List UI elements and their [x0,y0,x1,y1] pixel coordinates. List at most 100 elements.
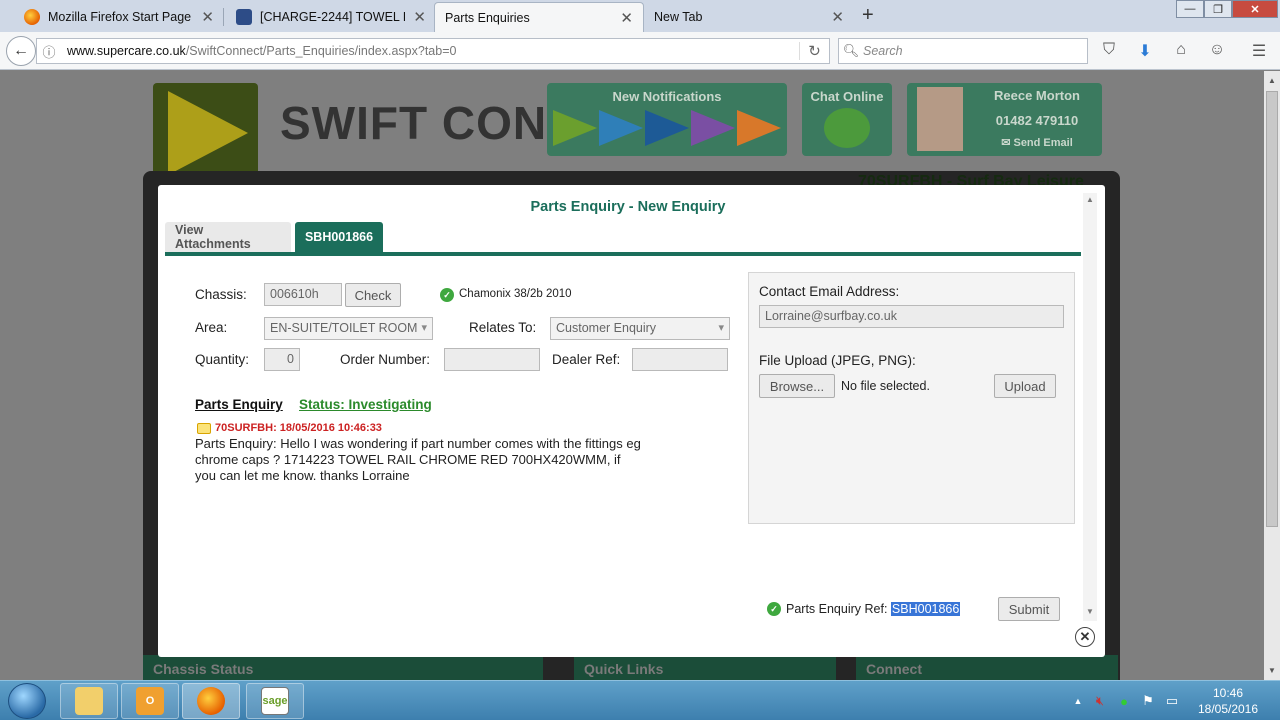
firefox-icon [197,687,225,715]
chassis-input[interactable]: 006610h [264,283,342,306]
computer-icon[interactable] [599,110,643,146]
close-tab-icon[interactable]: ✕ [201,8,214,26]
download-icon[interactable]: ⬇ [1134,41,1156,61]
home-icon[interactable]: ⌂ [1170,41,1192,61]
reload-icon[interactable]: ↻ [799,42,829,60]
sage-icon: sage [261,687,289,715]
status-link[interactable]: Status: Investigating [299,397,432,412]
tab-parts-enquiries[interactable]: Parts Enquiries ✕ [434,2,644,32]
browse-button[interactable]: Browse... [759,374,835,398]
ref-label: Parts Enquiry Ref: SBH001866 [786,602,961,616]
notifications-title: New Notifications [612,89,722,104]
modal-scroll-up-icon[interactable]: ▲ [1083,195,1097,204]
tab-charge-2244[interactable]: [CHARGE-2244] TOWEL RA... ✕ [226,2,436,32]
quantity-input[interactable]: 0 [264,348,300,371]
url-bar[interactable]: ⓘ www.supercare.co.uk/SwiftConnect/Parts… [36,38,830,64]
new-notifications-panel[interactable]: New Notifications [547,83,787,156]
status-green-icon[interactable]: ● [1112,694,1136,709]
system-tray: ▲ 🔇︎ ● ⚑ ▭ [1068,681,1184,720]
tab-enquiry-ref[interactable]: SBH001866 [295,222,383,252]
clock-time: 10:46 [1212,686,1244,700]
parts-enquiry-modal: Parts Enquiry - New Enquiry View Attachm… [158,185,1105,657]
url-text[interactable]: www.supercare.co.uk/SwiftConnect/Parts_E… [61,44,799,58]
browser-tab-bar: Mozilla Firefox Start Page ✕ [CHARGE-224… [0,0,1280,32]
outlook-button[interactable]: O [121,683,179,719]
pocket-icon[interactable]: ⛉ [1098,41,1120,61]
maximize-icon[interactable]: ❐ [1204,0,1232,18]
search-placeholder: Search [863,44,903,58]
tray-expand-icon[interactable]: ▲ [1068,696,1088,706]
order-number-input[interactable] [444,348,540,371]
close-tab-icon[interactable]: ✕ [831,8,844,26]
megaphone-icon[interactable] [824,108,870,148]
tab-view-attachments[interactable]: View Attachments [165,222,291,252]
dealer-ref-input[interactable] [632,348,728,371]
start-button[interactable] [8,683,46,719]
scroll-up-icon[interactable]: ▲ [1264,73,1280,89]
page-scrollbar[interactable]: ▲ ▼ [1264,71,1280,680]
minimize-icon[interactable]: — [1176,0,1204,18]
caravan-icon[interactable] [553,110,597,146]
rep-name: Reece Morton [994,88,1080,103]
check-button[interactable]: Check [345,283,401,307]
ref-value[interactable]: SBH001866 [890,602,961,616]
rep-panel: Reece Morton 01482 479110 ✉ Send Email [907,83,1102,156]
tab-new-tab[interactable]: New Tab ✕ [644,2,854,32]
send-email-link[interactable]: ✉ Send Email [977,136,1097,149]
scrollbar-thumb[interactable] [1266,91,1278,527]
submit-button[interactable]: Submit [998,597,1060,621]
modal-scroll-down-icon[interactable]: ▼ [1083,607,1097,616]
gear-icon[interactable] [691,110,735,146]
window-close-icon[interactable]: ✕ [1232,0,1278,18]
close-tab-icon[interactable]: ✕ [620,9,633,27]
taskbar-clock[interactable]: 10:46 18/05/2016 [1186,685,1270,717]
search-icon: 🔍︎ [842,43,860,58]
modal-scrollbar[interactable]: ▲ ▼ [1083,193,1097,621]
vehicle-model: Chamonix 38/2b 2010 [459,288,572,300]
file-explorer-button[interactable] [60,683,118,719]
back-arrow-icon[interactable]: ← [6,36,36,66]
window-controls: — ❐ ✕ [1176,0,1278,18]
network-icon[interactable]: ▭ [1160,693,1184,709]
chat-online-panel[interactable]: Chat Online [802,83,892,156]
new-tab-button[interactable]: + [862,4,874,27]
message-meta: 70SURFBH: 18/05/2016 10:46:33 [215,422,382,434]
relates-to-select[interactable]: Customer Enquiry [550,317,730,340]
jira-icon [236,9,252,25]
area-value: EN-SUITE/TOILET ROOM [270,321,418,335]
parts-enquiry-heading: Parts Enquiry [195,397,283,412]
menu-icon[interactable]: ☰ [1248,41,1270,61]
rep-avatar [917,87,963,151]
message-body: Parts Enquiry: Hello I was wondering if … [195,436,641,483]
flag-icon[interactable]: ⚑ [1136,693,1160,709]
quick-links-heading: Quick Links [574,655,836,680]
file-upload-label: File Upload (JPEG, PNG): [759,353,916,368]
relates-to-value: Customer Enquiry [556,321,657,335]
close-icon[interactable]: ✕ [1075,627,1095,647]
scroll-down-icon[interactable]: ▼ [1264,663,1280,679]
search-input[interactable]: 🔍︎ Search [838,38,1088,64]
chassis-status-heading: Chassis Status [143,655,543,680]
truck-icon[interactable] [645,110,689,146]
rep-phone: 01482 479110 [995,113,1079,128]
folder-icon [75,687,103,715]
tab-label: Parts Enquiries [445,10,530,25]
area-select[interactable]: EN-SUITE/TOILET ROOM [264,317,433,340]
order-number-label: Order Number: [340,352,431,367]
tools-icon[interactable] [737,110,781,146]
info-icon[interactable]: ⓘ [37,42,61,61]
clock-date: 18/05/2016 [1197,702,1259,716]
firefox-icon [24,9,40,25]
comment-icon [197,423,211,434]
tab-firefox-start[interactable]: Mozilla Firefox Start Page ✕ [14,2,224,32]
no-file-text: No file selected. [841,379,930,393]
upload-button[interactable]: Upload [994,374,1056,398]
tab-label: New Tab [654,10,703,24]
close-tab-icon[interactable]: ✕ [413,8,426,26]
sage-button[interactable]: sage [246,683,304,719]
firefox-button[interactable] [182,683,240,719]
volume-muted-icon[interactable]: 🔇︎ [1088,693,1112,709]
contact-email-input[interactable]: Lorraine@surfbay.co.uk [759,305,1064,328]
hello-icon[interactable]: ☺ [1206,41,1228,61]
logo-swallow-shape [168,91,248,175]
